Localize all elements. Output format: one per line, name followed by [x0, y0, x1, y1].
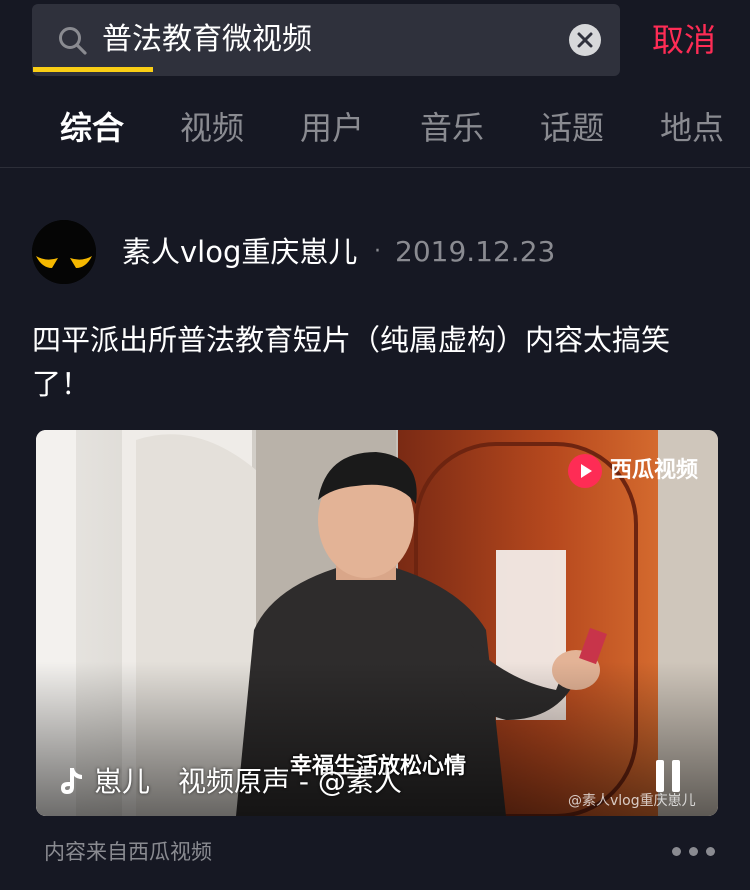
clear-icon [577, 32, 593, 48]
content-source: 内容来自西瓜视频 [44, 840, 212, 864]
music-note-icon [61, 768, 82, 794]
avatar[interactable] [32, 220, 96, 284]
search-box[interactable]: 普法教育微视频 [32, 4, 620, 76]
xigua-logo-text: 西瓜视频 [610, 458, 699, 483]
search-icon [59, 27, 87, 55]
tab-places[interactable]: 地点 [660, 106, 724, 150]
video-player[interactable]: 西瓜视频 幸福生活放松心情 崽儿 视频原声 - @素人 @素人vlog重庆崽儿 [36, 430, 718, 816]
music-label: 崽儿 视频原声 - @素人 [94, 765, 402, 798]
clear-search-button[interactable] [569, 24, 601, 56]
author-name[interactable]: 素人vlog重庆崽儿 [122, 234, 357, 270]
post-description: 四平派出所普法教育短片（纯属虚构）内容太搞笑了！ [32, 323, 671, 401]
tabs-divider [0, 167, 750, 168]
post-date: 2019.12.23 [395, 235, 556, 268]
separator-dot: · [374, 239, 381, 264]
tab-topics[interactable]: 话题 [540, 106, 604, 150]
pause-icon[interactable] [656, 760, 682, 792]
cancel-button[interactable]: 取消 [652, 20, 716, 60]
search-row: 普法教育微视频 取消 [0, 0, 750, 88]
active-tab-indicator [33, 67, 153, 72]
search-tabs: 综合 视频 用户 音乐 话题 地点 [0, 96, 750, 168]
search-input[interactable]: 普法教育微视频 [102, 22, 312, 58]
tab-videos[interactable]: 视频 [180, 106, 244, 150]
avatar-image [32, 220, 96, 284]
video-watermark: @素人vlog重庆崽儿 [568, 793, 696, 809]
tab-users[interactable]: 用户 [300, 106, 364, 150]
tab-general[interactable]: 综合 [60, 106, 124, 150]
xigua-logo-icon [568, 454, 602, 488]
tab-music[interactable]: 音乐 [420, 106, 484, 150]
more-icon[interactable] [672, 842, 716, 862]
